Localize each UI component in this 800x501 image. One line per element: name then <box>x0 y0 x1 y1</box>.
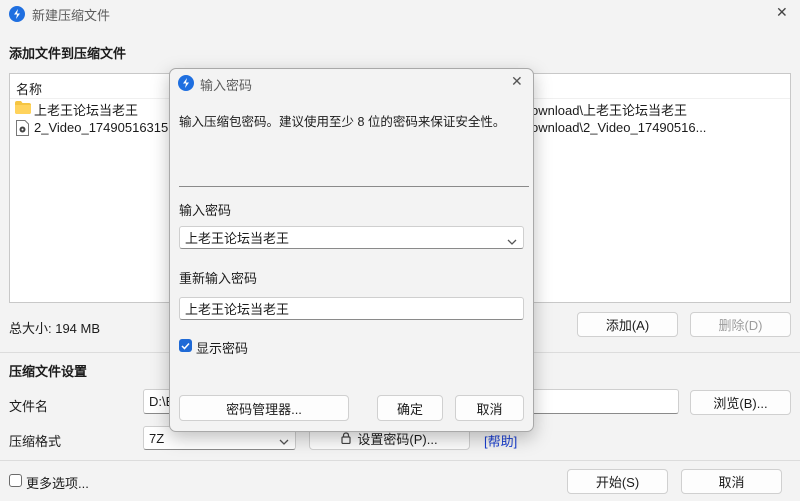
window-title: 新建压缩文件 <box>32 8 111 23</box>
dialog-close-icon[interactable]: ✕ <box>511 73 523 90</box>
settings-section-title: 压缩文件设置 <box>9 364 88 379</box>
more-options-checkbox[interactable] <box>9 474 22 487</box>
help-link[interactable]: [帮助] <box>484 431 517 450</box>
add-button[interactable]: 添加(A) <box>577 312 678 337</box>
file-path: ownload\2_Video_17490516... <box>531 120 707 135</box>
add-section-title: 添加文件到压缩文件 <box>9 46 127 61</box>
show-password-label[interactable]: 显示密码 <box>196 338 248 357</box>
browse-button[interactable]: 浏览(B)... <box>690 390 791 415</box>
filename-label: 文件名 <box>9 399 49 414</box>
chevron-down-icon <box>279 434 289 449</box>
more-options-label[interactable]: 更多选项... <box>26 473 89 492</box>
dialog-title: 输入密码 <box>200 78 253 93</box>
file-name: 上老王论坛当老王 <box>34 103 139 118</box>
lock-icon <box>341 432 352 444</box>
password-value: 上老王论坛当老王 <box>185 231 290 246</box>
password-dialog: 输入密码 ✕ 输入压缩包密码。建议使用至少 8 位的密码来保证安全性。 输入密码… <box>169 68 534 432</box>
dialog-description: 输入压缩包密码。建议使用至少 8 位的密码来保证安全性。 <box>179 115 506 129</box>
delete-button[interactable]: 删除(D) <box>690 312 791 337</box>
format-label: 压缩格式 <box>9 434 62 449</box>
folder-icon <box>15 101 31 117</box>
chevron-down-icon[interactable] <box>507 234 517 249</box>
dialog-logo-icon <box>178 75 194 91</box>
window-close-icon[interactable]: ✕ <box>776 4 788 21</box>
password-label: 输入密码 <box>179 203 232 218</box>
file-path: ownload\上老王论坛当老王 <box>531 103 688 118</box>
show-password-checkbox[interactable] <box>179 339 192 352</box>
password-manager-button[interactable]: 密码管理器... <box>179 395 349 421</box>
file-name: 2_Video_17490516315 <box>34 120 169 135</box>
dialog-cancel-button[interactable]: 取消 <box>455 395 524 421</box>
dialog-divider <box>179 186 529 187</box>
format-select-value: 7Z <box>149 430 165 446</box>
password-combo[interactable]: 上老王论坛当老王 <box>179 226 524 249</box>
app-logo-icon <box>9 6 25 22</box>
repeat-password-label: 重新输入密码 <box>179 271 258 286</box>
divider <box>0 460 800 461</box>
file-list-header-name[interactable]: 名称 <box>16 79 42 98</box>
repeat-password-input[interactable]: 上老王论坛当老王 <box>179 297 524 320</box>
cancel-button[interactable]: 取消 <box>681 469 782 494</box>
ok-button[interactable]: 确定 <box>377 395 443 421</box>
video-file-icon <box>16 120 29 139</box>
start-button[interactable]: 开始(S) <box>567 469 668 494</box>
total-size: 总大小: 194 MB <box>9 321 101 336</box>
